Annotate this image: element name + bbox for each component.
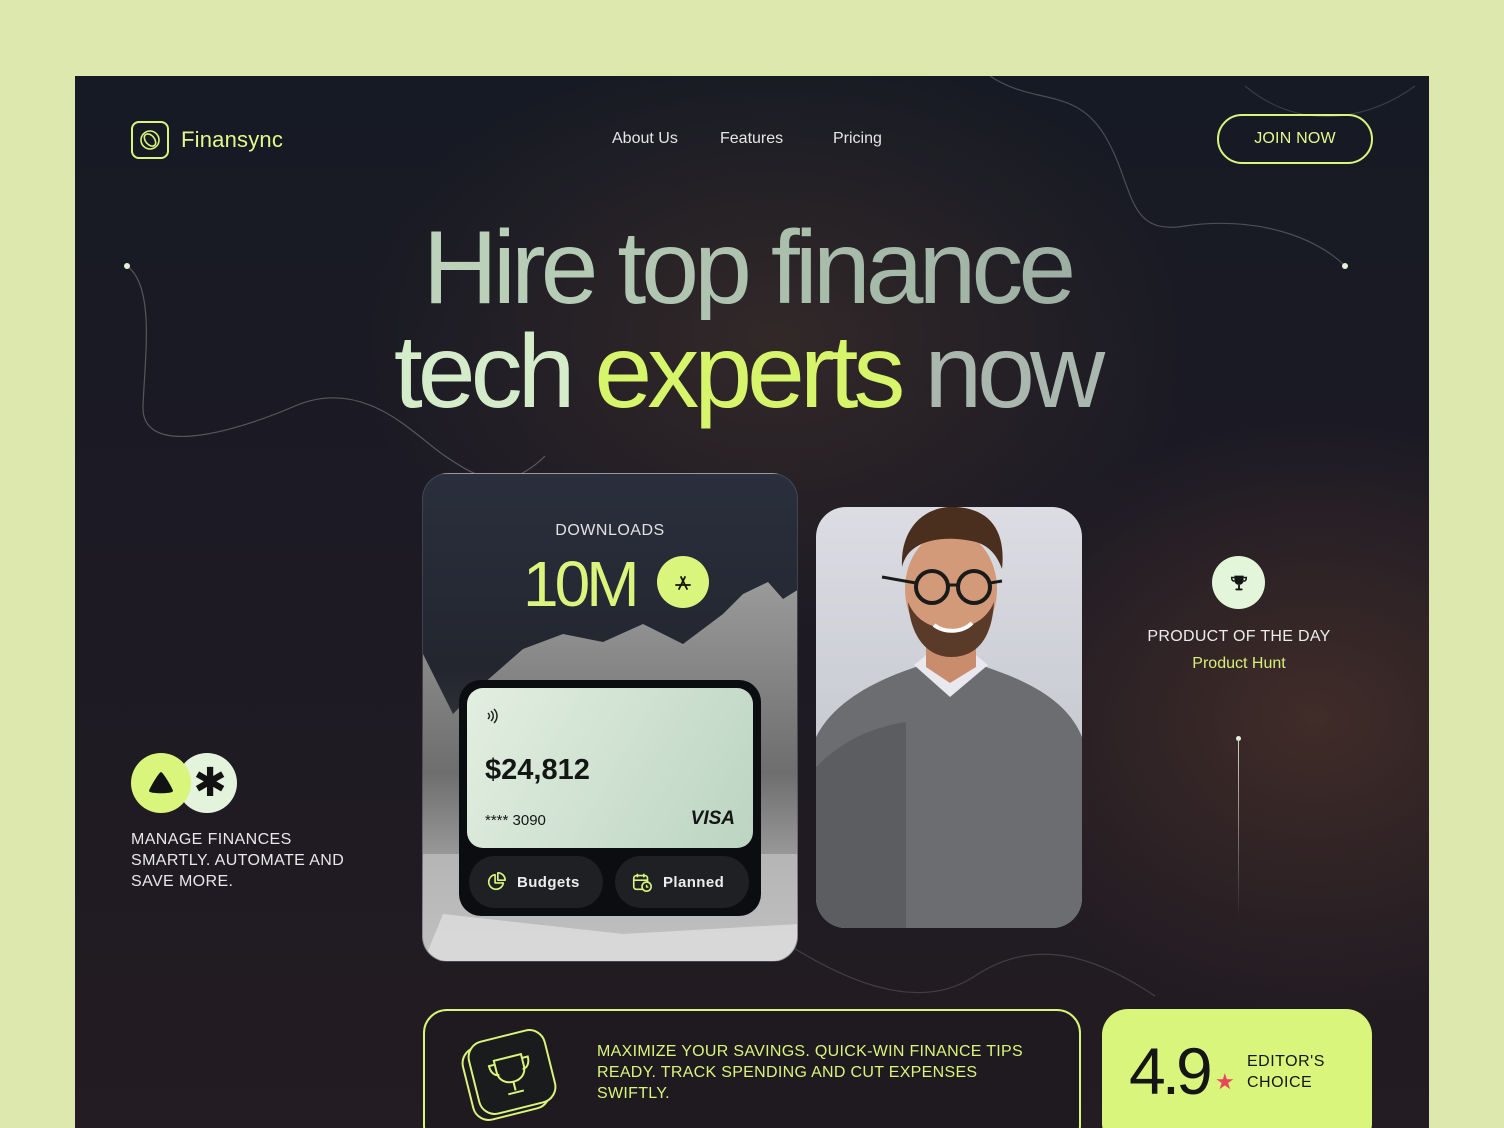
nav-pricing[interactable]: Pricing	[833, 130, 882, 148]
hero-line-2: tech experts now	[75, 320, 1429, 424]
triangle-icon	[131, 753, 191, 813]
trophy-icon	[1212, 556, 1265, 609]
editors-choice-label: EDITOR'S CHOICE	[1247, 1053, 1325, 1091]
hero-line-1: Hire top finance	[75, 216, 1429, 320]
nav-features[interactable]: Features	[720, 130, 833, 148]
rating-card: 4.9 ★ EDITOR'S CHOICE	[1102, 1009, 1372, 1128]
logo-mark-icon	[131, 121, 169, 159]
person-illustration	[816, 507, 1082, 928]
rating-value: 4.9	[1129, 1034, 1213, 1108]
vertical-divider	[1238, 739, 1239, 917]
hero-word-now: now	[924, 314, 1105, 430]
main-nav: About Us Features Pricing	[612, 130, 882, 148]
downloads-value: 10M	[523, 548, 639, 620]
landing-page: Finansync About Us Features Pricing JOIN…	[75, 76, 1429, 1128]
budgets-button[interactable]: Budgets	[469, 856, 603, 908]
hero-word-tech: tech	[393, 314, 576, 430]
award-title: PRODUCT OF THE DAY	[1147, 628, 1331, 645]
star-icon: ★	[1215, 1069, 1235, 1094]
nav-about-us[interactable]: About Us	[612, 130, 720, 148]
savings-tip-card: MAXIMIZE YOUR SAVINGS. QUICK-WIN FINANCE…	[423, 1009, 1081, 1128]
join-now-button[interactable]: JOIN NOW	[1217, 114, 1373, 164]
app-store-icon	[657, 556, 709, 608]
brand-logo[interactable]: Finansync	[131, 121, 283, 159]
savings-tip-text: MAXIMIZE YOUR SAVINGS. QUICK-WIN FINANCE…	[597, 1043, 1023, 1102]
contactless-icon	[487, 708, 498, 724]
planned-label: Planned	[663, 873, 725, 891]
budgets-label: Budgets	[517, 873, 580, 891]
card-number: **** 3090	[485, 812, 546, 829]
card-network: VISA	[690, 808, 735, 829]
hero-word-experts: experts	[594, 314, 905, 430]
pie-chart-icon	[487, 872, 506, 891]
downloads-card: DOWNLOADS 10M $24,812 **** 3090 VISA Bud…	[422, 473, 798, 962]
brand-name: Finansync	[181, 127, 284, 152]
card-balance: $24,812	[485, 754, 590, 786]
wallet-widget: $24,812 **** 3090 VISA Budgets Planned	[459, 680, 761, 916]
trophy-tile-icon	[461, 1029, 557, 1121]
award-source[interactable]: Product Hunt	[1115, 655, 1363, 673]
planned-button[interactable]: Planned	[615, 856, 749, 908]
hero-headline: Hire top finance tech experts now	[75, 216, 1429, 424]
manage-finances-text: MANAGE FINANCES SMARTLY. AUTOMATE AND SA…	[131, 831, 345, 890]
downloads-label: DOWNLOADS	[555, 522, 665, 539]
expert-photo	[816, 507, 1082, 928]
calendar-clock-icon	[632, 873, 652, 892]
bank-card[interactable]: $24,812 **** 3090 VISA	[467, 688, 753, 848]
